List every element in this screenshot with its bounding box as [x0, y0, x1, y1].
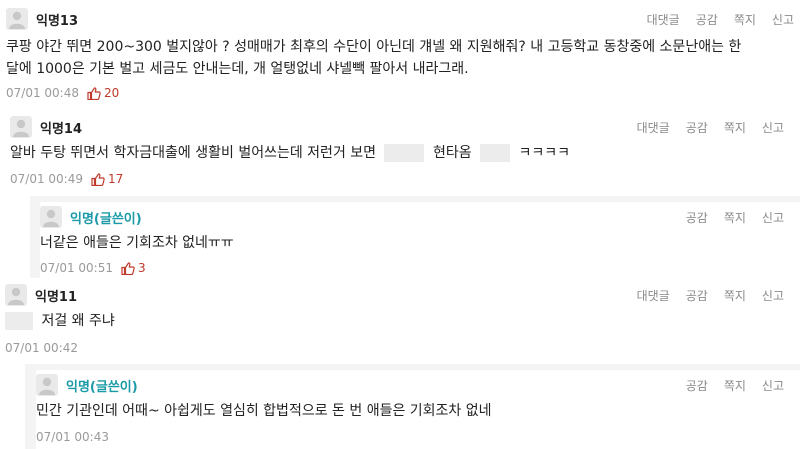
avatar — [6, 8, 28, 30]
comment-text-part: 저걸 왜 주냐 — [41, 313, 115, 329]
like-count-value: 17 — [107, 172, 124, 186]
comment-text: 저걸 왜 주냐 — [5, 310, 115, 332]
comment-meta: 07/01 00:43 — [36, 430, 109, 444]
comment-time: 07/01 00:51 — [40, 261, 113, 275]
avatar — [36, 374, 58, 396]
comment-actions: 공감 쪽지 신고 — [686, 209, 784, 226]
comment-item: 익명13 대댓글 공감 쪽지 신고 쿠팡 야간 뛰면 200~300 벌지않아 … — [6, 6, 800, 106]
comment-header: 익명(글쓴이) 공감 쪽지 신고 — [36, 374, 800, 398]
message-button[interactable]: 쪽지 — [724, 287, 746, 304]
avatar — [40, 206, 62, 228]
redacted-block — [480, 144, 511, 162]
comment-actions: 대댓글 공감 쪽지 신고 — [637, 287, 784, 304]
like-button[interactable]: 공감 — [686, 377, 708, 394]
message-button[interactable]: 쪽지 — [734, 11, 756, 28]
thumbs-up-icon — [91, 172, 105, 186]
reply-item: 익명(글쓴이) 공감 쪽지 신고 민간 기관인데 어때~ 아쉽게도 열심히 합법… — [36, 370, 800, 449]
comment-author: 익명13 — [36, 14, 79, 29]
message-button[interactable]: 쪽지 — [724, 209, 746, 226]
report-button[interactable]: 신고 — [772, 11, 794, 28]
avatar — [10, 116, 32, 138]
comment-author: 익명11 — [35, 290, 78, 305]
comment-text-line: 쿠팡 야간 뛰면 200~300 벌지않아 ? 성매매가 최후의 수단이 아닌데… — [6, 39, 742, 55]
comment-author-op: 익명(글쓴이) — [66, 380, 138, 395]
like-count: 20 — [87, 86, 119, 100]
comment-actions: 공감 쪽지 신고 — [686, 377, 784, 394]
comment-actions: 대댓글 공감 쪽지 신고 — [637, 119, 784, 136]
comment-text: 알바 두탕 뛰면서 학자금대출에 생활비 벌어쓰는데 저런거 보면 현타옴 ㅋㅋ… — [10, 142, 570, 164]
comment-time: 07/01 00:49 — [10, 172, 83, 186]
comment-header: 익명(글쓴이) 공감 쪽지 신고 — [40, 206, 800, 230]
comment-time: 07/01 00:43 — [36, 430, 109, 444]
avatar-icon — [39, 377, 55, 395]
comment-time: 07/01 00:48 — [6, 86, 79, 100]
thumbs-up-icon — [87, 86, 101, 100]
avatar-icon — [9, 11, 25, 29]
comment-header: 익명11 대댓글 공감 쪽지 신고 — [5, 284, 800, 308]
like-button[interactable]: 공감 — [686, 209, 708, 226]
comment-text-part: 현타옴 — [432, 145, 472, 161]
like-count-value: 3 — [137, 261, 146, 275]
report-button[interactable]: 신고 — [762, 119, 784, 136]
comment-header: 익명14 대댓글 공감 쪽지 신고 — [10, 116, 800, 140]
comment-actions: 대댓글 공감 쪽지 신고 — [647, 11, 794, 28]
comment-header: 익명13 대댓글 공감 쪽지 신고 — [6, 8, 800, 32]
like-button[interactable]: 공감 — [686, 119, 708, 136]
comment-meta: 07/01 00:48 20 — [6, 86, 119, 100]
report-button[interactable]: 신고 — [762, 209, 784, 226]
reply-item: 익명(글쓴이) 공감 쪽지 신고 너같은 애들은 기회조차 없네ㅠㅠ 07/01… — [40, 202, 800, 278]
like-count: 17 — [91, 172, 123, 186]
like-button[interactable]: 공감 — [686, 287, 708, 304]
comment-item: 익명11 대댓글 공감 쪽지 신고 저걸 왜 주냐 07/01 00:42 — [5, 282, 800, 362]
report-button[interactable]: 신고 — [762, 287, 784, 304]
comment-text-part: 알바 두탕 뛰면서 학자금대출에 생활비 벌어쓰는데 저런거 보면 — [10, 145, 377, 161]
avatar — [5, 284, 27, 306]
redacted-block — [5, 312, 33, 330]
reply-button[interactable]: 대댓글 — [637, 287, 670, 304]
comment-time: 07/01 00:42 — [5, 341, 78, 355]
report-button[interactable]: 신고 — [762, 377, 784, 394]
comment-text: 민간 기관인데 어때~ 아쉽게도 열심히 합법적으로 돈 번 애들은 기회조차 … — [36, 403, 492, 419]
redacted-block — [384, 144, 425, 162]
like-count: 3 — [121, 261, 146, 275]
thumbs-up-icon — [121, 261, 135, 275]
comment-item: 익명14 대댓글 공감 쪽지 신고 알바 두탕 뛰면서 학자금대출에 생활비 벌… — [10, 114, 800, 194]
comment-author-op: 익명(글쓴이) — [70, 212, 142, 227]
like-count-value: 20 — [103, 86, 120, 100]
comment-text-part: ㅋㅋㅋㅋ — [518, 145, 571, 161]
avatar-icon — [43, 209, 59, 227]
avatar-icon — [8, 287, 24, 305]
reply-button[interactable]: 대댓글 — [647, 11, 680, 28]
comment-text: 쿠팡 야간 뛰면 200~300 벌지않아 ? 성매매가 최후의 수단이 아닌데… — [6, 36, 741, 80]
comment-meta: 07/01 00:42 — [5, 341, 78, 355]
comment-meta: 07/01 00:51 3 — [40, 261, 146, 275]
comment-author: 익명14 — [40, 122, 83, 137]
message-button[interactable]: 쪽지 — [724, 377, 746, 394]
avatar-icon — [13, 119, 29, 137]
message-button[interactable]: 쪽지 — [724, 119, 746, 136]
comment-text-line: 달에 1000은 기본 벌고 세금도 안내는데, 개 얼탱없네 샤넬빽 팔아서 … — [6, 61, 469, 77]
comment-meta: 07/01 00:49 17 — [10, 172, 123, 186]
like-button[interactable]: 공감 — [696, 11, 718, 28]
reply-button[interactable]: 대댓글 — [637, 119, 670, 136]
comment-text: 너같은 애들은 기회조차 없네ㅠㅠ — [40, 235, 234, 251]
